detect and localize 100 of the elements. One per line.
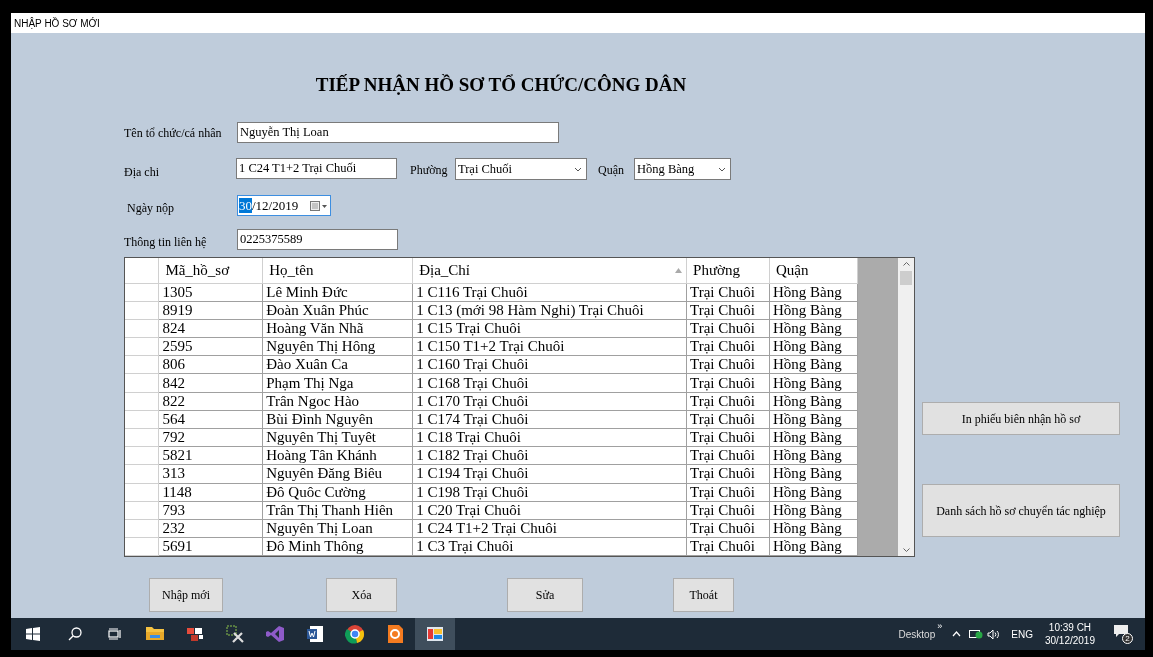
table-cell: 564 xyxy=(158,410,263,429)
document-icon[interactable] xyxy=(305,624,325,644)
table-cell: 1 C198 Trại Chuôi xyxy=(412,483,687,502)
table-cell: Trại Chuôi xyxy=(686,301,770,320)
table-cell: 1 C170 Trại Chuôi xyxy=(412,392,687,411)
toolbar-label[interactable]: Desktop xyxy=(898,626,936,642)
table-cell: Đoàn Xuân Phúc xyxy=(262,301,413,320)
table-cell: Trại Chuôi xyxy=(686,355,770,374)
table-cell: Trại Chuôi xyxy=(686,519,770,538)
date-picker[interactable]: 30/12/2019 xyxy=(237,195,331,216)
notification-icon[interactable] xyxy=(1113,624,1129,638)
tools-icon[interactable] xyxy=(225,624,245,644)
pdf-icon[interactable] xyxy=(385,624,405,644)
table-cell: Hồng Bàng xyxy=(769,519,858,538)
table-cell: Nguyên Thị Hông xyxy=(262,337,413,356)
table-cell: Bùi Đình Nguyên xyxy=(262,410,413,429)
column-header[interactable]: Địa_Chỉ xyxy=(412,258,687,283)
row-header xyxy=(125,464,159,484)
row-header xyxy=(125,428,159,447)
scroll-thumb[interactable] xyxy=(900,271,912,285)
clock-time[interactable]: 10:39 CH xyxy=(1048,621,1092,634)
table-cell: 1 C20 Trại Chuôi xyxy=(412,501,687,520)
table-cell: 1 C18 Trại Chuôi xyxy=(412,428,687,447)
calendar-icon[interactable] xyxy=(310,200,327,211)
table-cell: Hồng Bàng xyxy=(769,355,858,374)
table-cell: Hồng Bàng xyxy=(769,301,858,320)
table-cell: Hồng Bàng xyxy=(769,464,858,484)
volume-icon[interactable] xyxy=(987,628,1002,640)
column-header[interactable]: Phường xyxy=(686,258,770,283)
text-field[interactable]: 1 C24 T1+2 Trại Chuối xyxy=(236,158,397,179)
side-button[interactable]: Danh sách hồ sơ chuyển tác nghiệp xyxy=(922,484,1120,537)
scroll-up-icon[interactable] xyxy=(902,262,910,266)
dropdown-field[interactable]: Hồng Bàng xyxy=(634,158,731,180)
task-view-icon[interactable] xyxy=(108,628,122,640)
start-icon[interactable] xyxy=(26,627,40,641)
studio-icon[interactable] xyxy=(265,624,285,644)
scrollbar[interactable] xyxy=(898,258,914,556)
chevron-icon[interactable]: » xyxy=(937,620,943,634)
browser-icon[interactable] xyxy=(345,624,365,644)
table-cell: 8919 xyxy=(158,301,263,320)
table-cell: Trại Chuôi xyxy=(686,537,770,556)
table-cell: Hồng Bàng xyxy=(769,446,858,465)
table-cell: Hồng Bàng xyxy=(769,373,858,393)
table-cell: 1 C168 Trại Chuôi xyxy=(412,373,687,393)
table-cell: 1 C174 Trại Chuôi xyxy=(412,410,687,429)
table-cell: Trại Chuôi xyxy=(686,483,770,502)
row-header xyxy=(125,392,159,411)
table-cell: Hồng Bàng xyxy=(769,410,858,429)
action-button[interactable]: Nhập mới xyxy=(149,578,223,612)
table-cell: 5821 xyxy=(158,446,263,465)
table-cell: Hồng Bàng xyxy=(769,283,858,302)
taskbar-button[interactable] xyxy=(415,618,455,650)
table-cell: 1 C13 (mới 98 Hàm Nghi) Trại Chuôi xyxy=(412,301,687,320)
table-cell: 1305 xyxy=(158,283,263,302)
table-cell: Hồng Bàng xyxy=(769,337,858,356)
window-app-icon[interactable] xyxy=(425,624,445,644)
row-header xyxy=(125,283,159,302)
row-header xyxy=(125,501,159,520)
battery-icon[interactable] xyxy=(969,629,984,639)
text-field[interactable]: Nguyễn Thị Loan xyxy=(237,122,559,143)
table-cell: Nguyên Thị Tuyêt xyxy=(262,428,413,447)
table-cell: Phạm Thị Nga xyxy=(262,373,413,393)
search-icon[interactable] xyxy=(68,627,82,641)
form-heading: TIẾP NHẬN HỒ SƠ TỔ CHỨC/CÔNG DÂN xyxy=(314,73,688,97)
text-field[interactable]: 0225375589 xyxy=(237,229,398,250)
action-button[interactable]: Xóa xyxy=(326,578,397,612)
table-cell: 1148 xyxy=(158,483,263,502)
table-cell: 1 C150 T1+2 Trại Chuôi xyxy=(412,337,687,356)
table-cell: Hoàng Văn Nhã xyxy=(262,319,413,338)
table-cell: Trại Chuôi xyxy=(686,373,770,393)
action-button[interactable]: Thoát xyxy=(673,578,734,612)
table-cell: Nguyên Thị Loan xyxy=(262,519,413,538)
table-cell: Trại Chuôi xyxy=(686,337,770,356)
column-header[interactable]: Họ_tên xyxy=(262,258,413,283)
caret-up-icon[interactable] xyxy=(952,631,962,637)
table-cell: Trại Chuôi xyxy=(686,392,770,411)
table-cell: Đô Quôc Cường xyxy=(262,483,413,502)
side-button[interactable]: In phiếu biên nhận hồ sơ xyxy=(922,402,1120,435)
row-header xyxy=(125,537,159,556)
table-cell: 313 xyxy=(158,464,263,484)
table-cell: Đào Xuân Ca xyxy=(262,355,413,374)
table-cell: Hồng Bàng xyxy=(769,428,858,447)
table-cell: Trại Chuôi xyxy=(686,428,770,447)
scroll-down-icon[interactable] xyxy=(902,548,910,552)
table-cell: 1 C160 Trại Chuôi xyxy=(412,355,687,374)
language-indicator[interactable]: ENG xyxy=(1011,626,1033,642)
table-cell: Trại Chuôi xyxy=(686,501,770,520)
table-cell: 842 xyxy=(158,373,263,393)
table-cell: Hồng Bàng xyxy=(769,392,858,411)
table-cell: Đô Minh Thông xyxy=(262,537,413,556)
field-label: Địa chi xyxy=(124,164,159,181)
table-cell: Hoàng Tân Khánh xyxy=(262,446,413,465)
clock-date[interactable]: 30/12/2019 xyxy=(1044,634,1095,647)
table-cell: Hồng Bàng xyxy=(769,483,858,502)
dropdown-field[interactable]: Trại Chuối xyxy=(455,158,587,180)
table-cell: 1 C24 T1+2 Trại Chuôi xyxy=(412,519,687,538)
table-cell: 792 xyxy=(158,428,263,447)
column-header[interactable]: Quận xyxy=(769,258,858,283)
action-button[interactable]: Sửa xyxy=(507,578,583,612)
column-header[interactable]: Mã_hồ_sơ xyxy=(158,258,263,283)
